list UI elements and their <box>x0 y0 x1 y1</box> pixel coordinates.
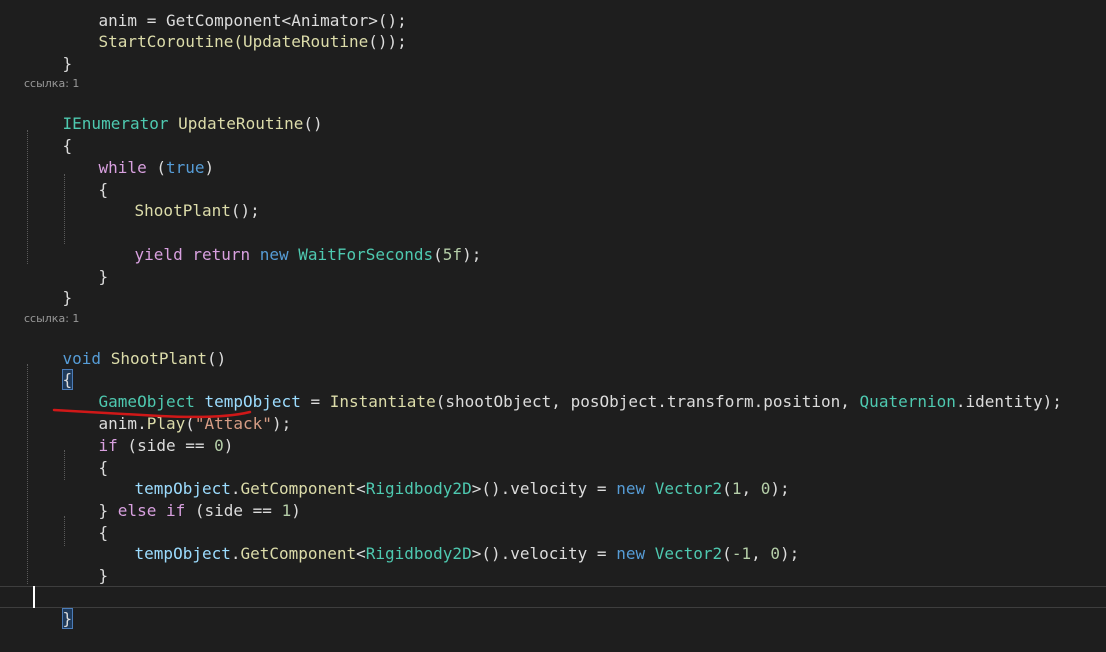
code-text: < <box>356 479 366 498</box>
method-name: UpdateRoutine <box>243 32 369 51</box>
code-text: ( <box>433 245 443 264</box>
code-line[interactable]: tempObject.GetComponent<Rigidbody2D>().v… <box>96 521 800 563</box>
code-text: ( <box>722 544 732 563</box>
code-line[interactable]: tempObject.GetComponent<Rigidbody2D>().v… <box>96 456 790 498</box>
method-name: UpdateRoutine <box>168 114 304 133</box>
code-text: ()); <box>368 32 407 51</box>
code-line[interactable]: } <box>24 586 74 629</box>
code-line[interactable]: yield return new WaitForSeconds(5f); <box>96 222 482 264</box>
code-text: ) <box>223 436 234 455</box>
code-text: (side == <box>185 501 282 520</box>
code-line[interactable]: } <box>24 31 73 73</box>
keyword: else if <box>117 501 186 520</box>
code-line[interactable]: if (side == 0) <box>60 413 234 455</box>
code-text: ( <box>722 479 732 498</box>
closing-brace: } <box>62 54 73 73</box>
keyword: yield return <box>134 245 251 264</box>
code-line[interactable]: } else if (side == 1) <box>60 478 301 520</box>
code-text: ); <box>462 245 482 264</box>
type-name: Vector2 <box>645 479 723 498</box>
code-text: ); <box>779 544 800 563</box>
code-line[interactable]: ShootPlant(); <box>96 178 260 220</box>
number-literal: 1 <box>281 501 292 520</box>
type-name: WaitForSeconds <box>288 245 434 264</box>
code-line[interactable]: { <box>24 347 74 390</box>
code-text: (side == <box>117 436 215 455</box>
method-name: StartCoroutine( <box>98 32 244 51</box>
keyword: new <box>616 479 646 498</box>
number-literal: 0 <box>770 544 780 563</box>
code-line[interactable]: } <box>60 543 109 585</box>
type-name: Rigidbody2D <box>365 544 472 563</box>
current-line-border <box>0 607 1106 608</box>
closing-brace: } <box>98 267 109 286</box>
code-text: = <box>300 392 330 411</box>
code-line[interactable]: StartCoroutine(UpdateRoutine()); <box>60 9 407 51</box>
code-line[interactable]: void ShootPlant() <box>24 326 227 368</box>
type-name: Quaternion <box>859 392 956 411</box>
code-line[interactable]: } <box>60 244 109 286</box>
current-line-border <box>0 586 1106 587</box>
code-text: , <box>741 479 761 498</box>
text-cursor <box>33 586 35 608</box>
number-literal: -1 <box>731 544 752 563</box>
type-name: IEnumerator <box>62 114 169 133</box>
matched-brace: } <box>61 608 74 629</box>
code-line[interactable]: { <box>24 113 73 155</box>
code-text: . <box>230 544 241 563</box>
type-name: Vector2 <box>645 544 723 563</box>
code-text: ( <box>146 158 166 177</box>
method-name: GetComponent <box>240 544 357 563</box>
code-text: < <box>356 544 366 563</box>
code-text: .identity); <box>955 392 1062 411</box>
code-line[interactable]: { <box>60 157 109 199</box>
code-line[interactable]: { <box>60 435 109 477</box>
code-line[interactable]: IEnumerator UpdateRoutine() <box>24 91 323 133</box>
closing-brace: } <box>98 566 109 585</box>
keyword: true <box>165 158 205 177</box>
code-line[interactable]: } <box>24 265 73 307</box>
variable-name: tempObject <box>134 544 231 563</box>
code-line[interactable]: while (true) <box>60 135 215 177</box>
code-text: ) <box>291 501 301 520</box>
code-text: ) <box>204 158 215 177</box>
keyword: new <box>616 544 646 563</box>
code-text: () <box>303 114 323 133</box>
references-codelens[interactable]: ссылка: 1 <box>24 312 79 326</box>
keyword: new <box>250 245 289 264</box>
code-text: ); <box>770 479 790 498</box>
references-codelens[interactable]: ссылка: 1 <box>24 77 79 91</box>
method-name: Instantiate <box>329 392 436 411</box>
number-literal: 5f <box>442 245 463 264</box>
code-text: ); <box>271 414 292 433</box>
method-name: ShootPlant <box>101 349 208 368</box>
code-text: () <box>207 349 227 368</box>
code-text: (); <box>230 201 260 220</box>
code-line[interactable]: { <box>60 500 109 542</box>
method-name: ShootPlant <box>134 201 231 220</box>
number-literal: 0 <box>214 436 224 455</box>
type-name: Rigidbody2D <box>365 479 472 498</box>
code-text: (shootObject, posObject.transform.positi… <box>435 392 860 411</box>
code-text: >().velocity = <box>471 544 617 563</box>
code-editor[interactable]: anim = GetComponent<Animator>(); StartCo… <box>0 0 1106 630</box>
number-literal: 0 <box>760 479 771 498</box>
number-literal: 1 <box>731 479 742 498</box>
closing-brace: } <box>62 288 73 307</box>
code-line[interactable]: GameObject tempObject = Instantiate(shoo… <box>60 369 1062 411</box>
code-text: >().velocity = <box>471 479 617 498</box>
code-text: , <box>751 544 771 563</box>
